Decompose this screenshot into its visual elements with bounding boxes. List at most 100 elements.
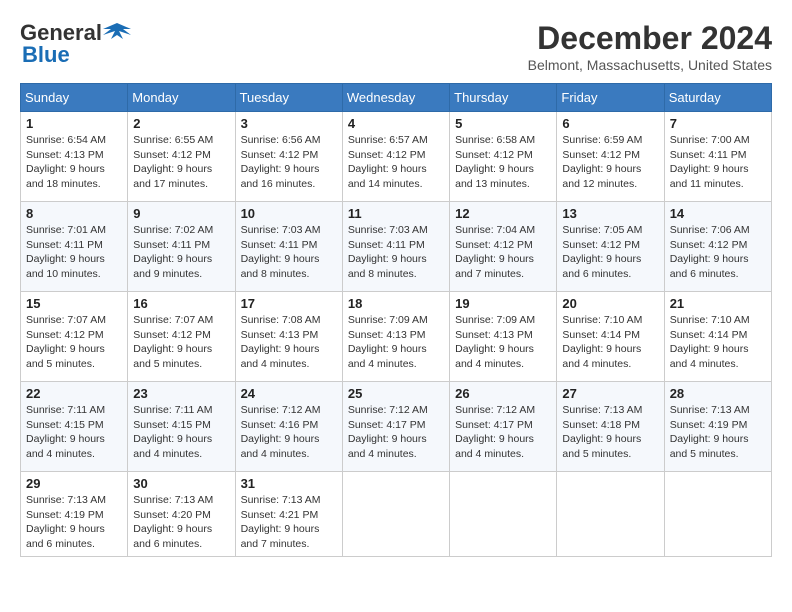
logo: General Blue bbox=[20, 20, 131, 68]
calendar-day-cell: 6Sunrise: 6:59 AMSunset: 4:12 PMDaylight… bbox=[557, 112, 664, 202]
day-number: 23 bbox=[133, 386, 229, 401]
day-number: 4 bbox=[348, 116, 444, 131]
title-area: December 2024 Belmont, Massachusetts, Un… bbox=[528, 20, 772, 73]
calendar-day-cell: 3Sunrise: 6:56 AMSunset: 4:12 PMDaylight… bbox=[235, 112, 342, 202]
day-number: 14 bbox=[670, 206, 766, 221]
day-number: 26 bbox=[455, 386, 551, 401]
calendar-day-cell: 10 Sunrise: 7:03 AMSunset: 4:11 PMDayligh… bbox=[235, 202, 342, 292]
day-number: 16 bbox=[133, 296, 229, 311]
calendar-day-cell: 23 Sunrise: 7:11 AMSunset: 4:15 PMDayligh… bbox=[128, 382, 235, 472]
day-info: Sunrise: 7:07 AMSunset: 4:12 PMDaylight:… bbox=[26, 313, 122, 372]
calendar-week-row: 8 Sunrise: 7:01 AMSunset: 4:11 PMDaylight… bbox=[21, 202, 772, 292]
calendar-week-row: 1Sunrise: 6:54 AMSunset: 4:13 PMDaylight… bbox=[21, 112, 772, 202]
calendar-day-cell: 4 Sunrise: 6:57 AMSunset: 4:12 PMDaylight… bbox=[342, 112, 449, 202]
calendar-header-wednesday: Wednesday bbox=[342, 84, 449, 112]
calendar-day-cell: 22 Sunrise: 7:11 AMSunset: 4:15 PMDayligh… bbox=[21, 382, 128, 472]
day-number: 2 bbox=[133, 116, 229, 131]
calendar-day-cell: 16 Sunrise: 7:07 AMSunset: 4:12 PMDayligh… bbox=[128, 292, 235, 382]
day-info: Sunrise: 7:09 AMSunset: 4:13 PMDaylight:… bbox=[455, 313, 551, 372]
day-info: Sunrise: 7:11 AMSunset: 4:15 PMDaylight:… bbox=[26, 403, 122, 462]
calendar-day-cell: 14 Sunrise: 7:06 AMSunset: 4:12 PMDayligh… bbox=[664, 202, 771, 292]
day-number: 21 bbox=[670, 296, 766, 311]
day-number: 11 bbox=[348, 206, 444, 221]
day-number: 30 bbox=[133, 476, 229, 491]
day-info: Sunrise: 7:01 AMSunset: 4:11 PMDaylight:… bbox=[26, 223, 122, 282]
calendar-day-cell: 24Sunrise: 7:12 AMSunset: 4:16 PMDayligh… bbox=[235, 382, 342, 472]
calendar-day-cell: 5Sunrise: 6:58 AMSunset: 4:12 PMDaylight… bbox=[450, 112, 557, 202]
day-info: Sunrise: 7:05 AMSunset: 4:12 PMDaylight:… bbox=[562, 223, 658, 282]
day-info: Sunrise: 7:11 AMSunset: 4:15 PMDaylight:… bbox=[133, 403, 229, 462]
calendar-day-cell: 12 Sunrise: 7:04 AMSunset: 4:12 PMDayligh… bbox=[450, 202, 557, 292]
day-info: Sunrise: 7:04 AMSunset: 4:12 PMDaylight:… bbox=[455, 223, 551, 282]
calendar-week-row: 22 Sunrise: 7:11 AMSunset: 4:15 PMDayligh… bbox=[21, 382, 772, 472]
logo-bird-icon bbox=[103, 21, 131, 45]
calendar-day-cell: 7Sunrise: 7:00 AMSunset: 4:11 PMDaylight… bbox=[664, 112, 771, 202]
calendar-header-monday: Monday bbox=[128, 84, 235, 112]
calendar-header-sunday: Sunday bbox=[21, 84, 128, 112]
calendar-day-cell: 9 Sunrise: 7:02 AMSunset: 4:11 PMDaylight… bbox=[128, 202, 235, 292]
calendar-week-row: 15 Sunrise: 7:07 AMSunset: 4:12 PMDayligh… bbox=[21, 292, 772, 382]
day-info: Sunrise: 7:03 AMSunset: 4:11 PMDaylight:… bbox=[241, 223, 337, 282]
calendar-day-cell: 27Sunrise: 7:13 AMSunset: 4:18 PMDayligh… bbox=[557, 382, 664, 472]
day-info: Sunrise: 7:13 AMSunset: 4:19 PMDaylight:… bbox=[670, 403, 766, 462]
day-number: 18 bbox=[348, 296, 444, 311]
day-info: Sunrise: 7:10 AMSunset: 4:14 PMDaylight:… bbox=[670, 313, 766, 372]
day-info: Sunrise: 7:10 AMSunset: 4:14 PMDaylight:… bbox=[562, 313, 658, 372]
logo-blue: Blue bbox=[22, 42, 70, 68]
day-number: 10 bbox=[241, 206, 337, 221]
day-number: 24 bbox=[241, 386, 337, 401]
day-info: Sunrise: 6:54 AMSunset: 4:13 PMDaylight:… bbox=[26, 133, 122, 192]
calendar-table: SundayMondayTuesdayWednesdayThursdayFrid… bbox=[20, 83, 772, 557]
day-number: 15 bbox=[26, 296, 122, 311]
day-info: Sunrise: 6:55 AMSunset: 4:12 PMDaylight:… bbox=[133, 133, 229, 192]
calendar-day-cell: 19 Sunrise: 7:09 AMSunset: 4:13 PMDayligh… bbox=[450, 292, 557, 382]
day-number: 20 bbox=[562, 296, 658, 311]
day-info: Sunrise: 7:03 AMSunset: 4:11 PMDaylight:… bbox=[348, 223, 444, 282]
day-info: Sunrise: 6:57 AMSunset: 4:12 PMDaylight:… bbox=[348, 133, 444, 192]
day-info: Sunrise: 7:02 AMSunset: 4:11 PMDaylight:… bbox=[133, 223, 229, 282]
day-number: 22 bbox=[26, 386, 122, 401]
day-info: Sunrise: 7:13 AMSunset: 4:20 PMDaylight:… bbox=[133, 493, 229, 552]
calendar-day-cell: 25 Sunrise: 7:12 AMSunset: 4:17 PMDayligh… bbox=[342, 382, 449, 472]
calendar-day-cell bbox=[557, 472, 664, 557]
month-title: December 2024 bbox=[528, 20, 772, 57]
day-number: 12 bbox=[455, 206, 551, 221]
calendar-day-cell: 17Sunrise: 7:08 AMSunset: 4:13 PMDayligh… bbox=[235, 292, 342, 382]
calendar-day-cell: 31Sunrise: 7:13 AMSunset: 4:21 PMDayligh… bbox=[235, 472, 342, 557]
calendar-day-cell: 2 Sunrise: 6:55 AMSunset: 4:12 PMDaylight… bbox=[128, 112, 235, 202]
day-number: 9 bbox=[133, 206, 229, 221]
calendar-header-row: SundayMondayTuesdayWednesdayThursdayFrid… bbox=[21, 84, 772, 112]
day-info: Sunrise: 7:06 AMSunset: 4:12 PMDaylight:… bbox=[670, 223, 766, 282]
calendar-day-cell bbox=[450, 472, 557, 557]
day-number: 29 bbox=[26, 476, 122, 491]
day-info: Sunrise: 7:08 AMSunset: 4:13 PMDaylight:… bbox=[241, 313, 337, 372]
day-info: Sunrise: 6:58 AMSunset: 4:12 PMDaylight:… bbox=[455, 133, 551, 192]
calendar-day-cell: 20 Sunrise: 7:10 AMSunset: 4:14 PMDayligh… bbox=[557, 292, 664, 382]
calendar-day-cell: 15 Sunrise: 7:07 AMSunset: 4:12 PMDayligh… bbox=[21, 292, 128, 382]
calendar-header-friday: Friday bbox=[557, 84, 664, 112]
calendar-day-cell: 28Sunrise: 7:13 AMSunset: 4:19 PMDayligh… bbox=[664, 382, 771, 472]
calendar-header-saturday: Saturday bbox=[664, 84, 771, 112]
location: Belmont, Massachusetts, United States bbox=[528, 57, 772, 73]
day-info: Sunrise: 7:13 AMSunset: 4:19 PMDaylight:… bbox=[26, 493, 122, 552]
day-number: 7 bbox=[670, 116, 766, 131]
day-info: Sunrise: 7:12 AMSunset: 4:17 PMDaylight:… bbox=[348, 403, 444, 462]
day-info: Sunrise: 7:07 AMSunset: 4:12 PMDaylight:… bbox=[133, 313, 229, 372]
day-info: Sunrise: 7:13 AMSunset: 4:21 PMDaylight:… bbox=[241, 493, 337, 552]
day-info: Sunrise: 7:13 AMSunset: 4:18 PMDaylight:… bbox=[562, 403, 658, 462]
day-info: Sunrise: 7:09 AMSunset: 4:13 PMDaylight:… bbox=[348, 313, 444, 372]
day-number: 19 bbox=[455, 296, 551, 311]
day-number: 8 bbox=[26, 206, 122, 221]
day-info: Sunrise: 6:59 AMSunset: 4:12 PMDaylight:… bbox=[562, 133, 658, 192]
day-info: Sunrise: 7:12 AMSunset: 4:17 PMDaylight:… bbox=[455, 403, 551, 462]
calendar-day-cell bbox=[342, 472, 449, 557]
calendar-day-cell: 1Sunrise: 6:54 AMSunset: 4:13 PMDaylight… bbox=[21, 112, 128, 202]
calendar-day-cell: 29 Sunrise: 7:13 AMSunset: 4:19 PMDayligh… bbox=[21, 472, 128, 557]
calendar-header-thursday: Thursday bbox=[450, 84, 557, 112]
calendar-day-cell: 18 Sunrise: 7:09 AMSunset: 4:13 PMDayligh… bbox=[342, 292, 449, 382]
calendar-day-cell: 26 Sunrise: 7:12 AMSunset: 4:17 PMDayligh… bbox=[450, 382, 557, 472]
page-header: General Blue December 2024 Belmont, Mass… bbox=[20, 20, 772, 73]
calendar-day-cell: 11 Sunrise: 7:03 AMSunset: 4:11 PMDayligh… bbox=[342, 202, 449, 292]
calendar-day-cell: 21 Sunrise: 7:10 AMSunset: 4:14 PMDayligh… bbox=[664, 292, 771, 382]
day-number: 25 bbox=[348, 386, 444, 401]
